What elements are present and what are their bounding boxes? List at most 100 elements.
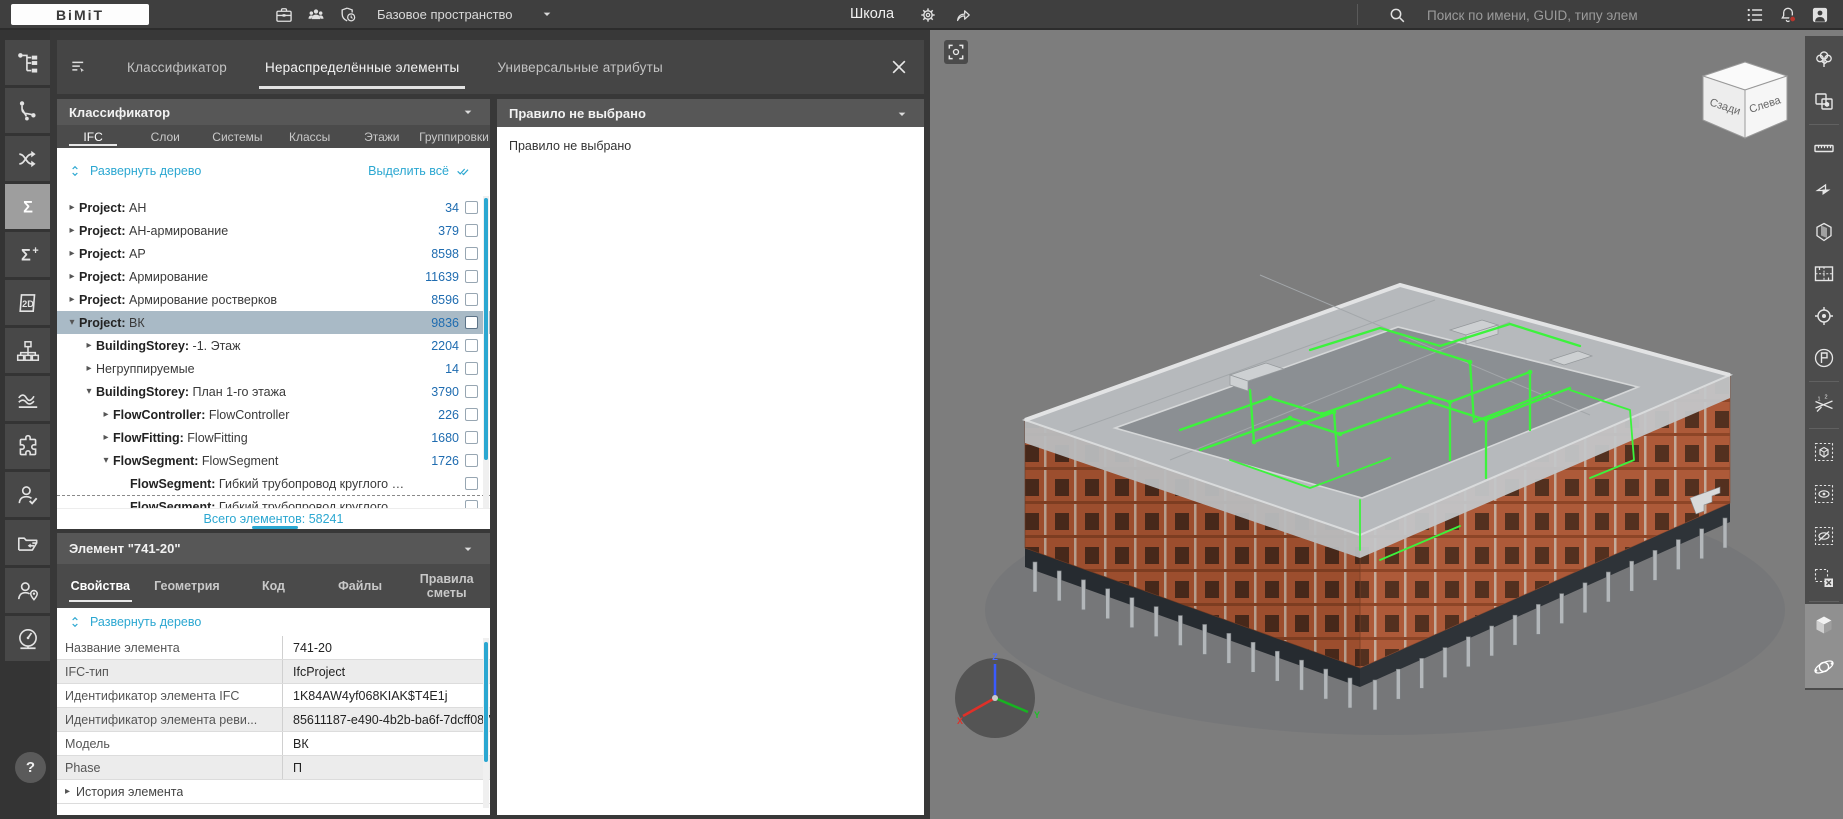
team-icon[interactable] <box>304 3 328 27</box>
element-tab-свойства[interactable]: Свойства <box>57 564 144 608</box>
account-avatar-icon[interactable] <box>1808 3 1832 27</box>
tree-expander-icon[interactable]: ▸ <box>65 294 79 305</box>
tree-expander-icon[interactable]: ▸ <box>65 202 79 213</box>
list-view-icon[interactable] <box>1743 3 1767 27</box>
search-icon[interactable] <box>1385 3 1409 27</box>
left-tool-import-folder[interactable] <box>5 520 50 565</box>
tree-expander-icon[interactable]: ▸ <box>65 248 79 259</box>
view-tool-locate[interactable] <box>1805 295 1843 337</box>
subtab-слои[interactable]: Слои <box>129 125 201 148</box>
expand-props-tree-button[interactable]: Развернуть дерево <box>67 614 201 630</box>
tree-row[interactable]: ▸Негруппируемые14 <box>57 357 490 380</box>
props-scrollbar[interactable] <box>483 638 489 808</box>
tree-row[interactable]: FlowSegment: Гибкий трубопровод круглого… <box>57 472 490 495</box>
select-all-button[interactable]: Выделить всё <box>368 163 472 179</box>
tree-expander-icon[interactable]: ▾ <box>82 386 96 397</box>
tree-row-checkbox[interactable] <box>465 454 478 467</box>
property-value[interactable]: 1K84AW4yf068KIAK$T4E1j <box>282 684 490 707</box>
view-tool-select-elements[interactable] <box>1805 80 1843 122</box>
briefcase-icon[interactable] <box>272 3 296 27</box>
shield-clock-icon[interactable] <box>336 3 360 27</box>
left-tool-sum-classifier[interactable]: Σ <box>5 184 50 229</box>
gear-icon[interactable] <box>916 3 940 27</box>
view-tool-floor-plan[interactable] <box>1805 253 1843 295</box>
tree-row-checkbox[interactable] <box>465 224 478 237</box>
tree-row[interactable]: ▸Project: АР8598 <box>57 242 490 265</box>
view-tool-frame-deselect[interactable] <box>1805 557 1843 599</box>
share-icon[interactable] <box>951 3 975 27</box>
tree-row-checkbox[interactable] <box>465 339 478 352</box>
tree-row-checkbox[interactable] <box>465 431 478 444</box>
tree-row[interactable]: ▸FlowController: FlowController226 <box>57 403 490 426</box>
tree-row-checkbox[interactable] <box>465 316 478 329</box>
view-tool-shaded-view[interactable] <box>1805 604 1843 646</box>
view-tool-frame-show[interactable] <box>1805 473 1843 515</box>
workspace-dropdown[interactable]: Базовое пространство <box>377 0 555 28</box>
left-tool-user-location[interactable] <box>5 568 50 613</box>
tree-row[interactable]: ▸Project: Армирование ростверков8596 <box>57 288 490 311</box>
tree-expander-icon[interactable]: ▾ <box>99 455 113 466</box>
tree-expander-icon[interactable]: ▸ <box>99 409 113 420</box>
property-value[interactable]: IfcProject <box>282 660 490 683</box>
view-tool-ruler[interactable] <box>1805 127 1843 169</box>
close-panels-button[interactable] <box>886 54 912 80</box>
3d-viewport[interactable]: Сзади Слева Z X Y 12 <box>930 30 1843 819</box>
element-tab-правила-сметы[interactable]: Правила сметы <box>403 564 490 608</box>
tree-row-checkbox[interactable] <box>465 247 478 260</box>
tree-row[interactable]: ▸BuildingStorey: -1. Этаж2204 <box>57 334 490 357</box>
property-value[interactable]: 85611187-e490-4b2b-ba6f-7dcff087... <box>282 708 490 731</box>
notifications-bell-icon[interactable] <box>1776 3 1800 27</box>
subtab-системы[interactable]: Системы <box>201 125 273 148</box>
tree-row-checkbox[interactable] <box>465 362 478 375</box>
tree-row-checkbox[interactable] <box>465 270 478 283</box>
left-tool-plugins[interactable] <box>5 424 50 469</box>
left-tool-match-elements[interactable] <box>5 136 50 181</box>
collapse-panel-icon[interactable] <box>67 55 91 79</box>
left-tool-charts[interactable] <box>5 376 50 421</box>
element-tab-геометрия[interactable]: Геометрия <box>144 564 231 608</box>
left-tool-pick-connected[interactable] <box>5 88 50 133</box>
tree-row[interactable]: ▸Project: АН34 <box>57 196 490 219</box>
tree-row[interactable]: ▾FlowSegment: FlowSegment1726 <box>57 449 490 472</box>
tree-expander-icon[interactable]: ▸ <box>65 225 79 236</box>
element-tab-код[interactable]: Код <box>230 564 317 608</box>
help-button[interactable]: ? <box>15 752 46 783</box>
navigation-cube[interactable]: Сзади Слева <box>1690 52 1800 162</box>
tree-row[interactable]: ▾Project: ВК9836 <box>57 311 490 334</box>
expand-tree-button[interactable]: Развернуть дерево <box>67 163 201 179</box>
tab-universal-attributes[interactable]: Универсальные атрибуты <box>485 40 675 94</box>
view-tool-orbit-view[interactable] <box>1805 646 1843 688</box>
panel-resize-handle[interactable] <box>252 526 298 529</box>
tree-row-checkbox[interactable] <box>465 408 478 421</box>
tree-row-checkbox[interactable] <box>465 477 478 490</box>
view-tool-frame-cube[interactable] <box>1805 431 1843 473</box>
tree-row[interactable]: ▾BuildingStorey: План 1-го этажа3790 <box>57 380 490 403</box>
tree-expander-icon[interactable]: ▸ <box>65 271 79 282</box>
view-tool-section-plane[interactable] <box>1805 169 1843 211</box>
left-tool-sum-add[interactable]: Σ+ <box>5 232 50 277</box>
tree-row[interactable]: ▸Project: АН-армирование379 <box>57 219 490 242</box>
view-tool-model-tree[interactable] <box>1805 38 1843 80</box>
subtab-ifc[interactable]: IFC <box>57 125 129 148</box>
left-tool-user-tasks[interactable] <box>5 472 50 517</box>
history-row[interactable]: ▸ История элемента <box>57 780 490 804</box>
tab-classifier[interactable]: Классификатор <box>115 40 239 94</box>
tree-expander-icon[interactable]: ▸ <box>82 363 96 374</box>
left-tool-view-2d[interactable]: 2D <box>5 280 50 325</box>
classifier-dropdown[interactable]: Классификатор <box>57 99 490 125</box>
element-tab-файлы[interactable]: Файлы <box>317 564 404 608</box>
subtab-этажи[interactable]: Этажи <box>346 125 418 148</box>
tree-row-checkbox[interactable] <box>465 385 478 398</box>
property-value[interactable]: 741-20 <box>282 636 490 659</box>
axis-gizmo[interactable]: Z X Y <box>950 650 1050 750</box>
tree-row-checkbox[interactable] <box>465 293 478 306</box>
view-tool-flag[interactable] <box>1805 337 1843 379</box>
property-value[interactable]: П <box>282 756 490 779</box>
tree-row[interactable]: ▸Project: Армирование11639 <box>57 265 490 288</box>
rule-dropdown[interactable]: Правило не выбрано <box>497 99 924 127</box>
view-tool-hide-axes[interactable]: 12 <box>1805 384 1843 426</box>
tree-row-checkbox[interactable] <box>465 201 478 214</box>
view-tool-box-section[interactable] <box>1805 211 1843 253</box>
tree-expander-icon[interactable]: ▸ <box>99 432 113 443</box>
search-input[interactable] <box>1425 2 1709 28</box>
